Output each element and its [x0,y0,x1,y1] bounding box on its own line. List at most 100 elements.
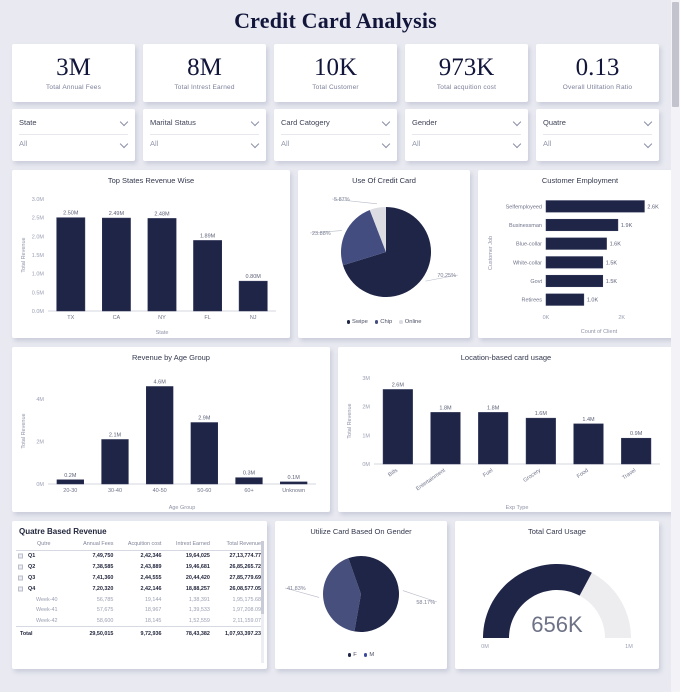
filter-value-row[interactable]: All [19,134,128,148]
svg-text:Retirees: Retirees [522,298,543,304]
filter-value: All [19,139,28,148]
filter-marital-status[interactable]: Marital Status All [143,109,266,161]
kpi-label: Total Intrest Earned [174,84,235,92]
revenue-by-age-bar-chart[interactable]: 0M 2M 4M 0.2M 20-30 2.1M 30-40 4.6M 40-50 2.9M 50-… [18,364,324,510]
svg-text:0M: 0M [362,462,370,468]
kpi-value: 10K [313,53,358,81]
table-row[interactable]: Week-41 57,675 18,967 1,39,533 1,97,208.09 [16,605,263,616]
table-cell: 27,13,774.77 [229,553,261,560]
top-states-bar-chart[interactable]: 0.0M 0.5M 1.0M 1.5M 2.0M 2.5M 3.0M 2.50M TX 2.49M… [18,187,284,335]
svg-text:0M: 0M [36,482,44,488]
svg-text:1.89M: 1.89M [200,233,216,239]
chart-location-based-usage[interactable]: Location-based card usage 0M 1M 2M 3M 2.6M Bi… [338,347,674,512]
table-row[interactable]: Week-42 58,600 18,145 1,52,559 2,11,159.07 [16,616,263,627]
chart-title: Customer Employment [541,176,619,185]
table-cell: 1,95,175.68 [232,596,261,603]
chevron-down-icon[interactable] [644,140,652,148]
kpi-value: 3M [56,53,91,81]
table-row[interactable]: Total 29,50,015 9,72,936 78,43,382 1,07,93,3… [16,626,263,640]
column-header-acquition-cost: Acquition cost [115,539,164,551]
svg-text:656K: 656K [531,612,583,637]
total-card-usage-gauge[interactable]: 656K 0M 1M [461,538,653,666]
chart-title: Top States Revenue Wise [107,176,195,185]
row-expander-icon[interactable] [18,586,23,592]
kpi-card-total-acquition-cost[interactable]: 973K Total acquition cost [405,44,528,102]
table-row[interactable]: Q3 7,41,360 2,44,555 20,44,420 27,85,779.69 [16,573,263,584]
scrollbar-thumb[interactable] [672,2,679,107]
legend-item-online[interactable]: Online [399,319,422,325]
table-cell: Q4 [16,583,72,594]
legend-item-swipe[interactable]: Swipe [346,319,368,325]
filter-value-row[interactable]: All [543,134,652,148]
legend-label: Online [404,319,422,325]
filter-name-row[interactable]: Marital Status [150,115,259,129]
row-expander-icon[interactable] [18,553,23,559]
legend-item-chip[interactable]: Chip [374,319,392,325]
kpi-card-total-annual-fees[interactable]: 3M Total Annual Fees [12,44,135,102]
filter-name-row[interactable]: Quatre [543,115,652,129]
page-scrollbar[interactable] [671,0,680,692]
table-cell: 20,44,420 [185,574,210,581]
filter-value: All [150,139,159,148]
filter-label: Quatre [543,117,566,127]
filter-label: Card Catogery [281,117,330,127]
legend-item-f[interactable]: F [347,652,357,658]
table-quatre-based-revenue[interactable]: Quatre Based Revenue Qutre Annual Fees A… [12,521,267,669]
customer-employment-bar-chart[interactable]: 2.6K Selfemployeed 1.9K Businessman 1.6K Blue… [484,187,676,335]
chart-revenue-by-age-group[interactable]: Revenue by Age Group 0M 2M 4M 0.2M 20-30 2.1M… [12,347,330,512]
chevron-down-icon[interactable] [120,118,128,126]
table-cell: 1,07,93,397.23 [211,626,263,640]
chevron-down-icon[interactable] [382,118,390,126]
chevron-down-icon[interactable] [382,140,390,148]
chart-customer-employment[interactable]: Customer Employment 2.6K Selfemployeed 1.9… [478,170,680,338]
svg-text:0.5M: 0.5M [32,290,45,296]
svg-text:0.2M: 0.2M [64,473,77,479]
table-row[interactable]: Q2 7,38,585 2,43,889 19,46,681 26,85,265.72 [16,562,263,573]
svg-text:NJ: NJ [250,315,257,321]
legend-item-m[interactable]: M [363,652,374,658]
chevron-down-icon[interactable] [251,118,259,126]
row-expander-icon[interactable] [18,564,23,570]
filter-gender[interactable]: Gender All [405,109,528,161]
chevron-down-icon[interactable] [513,140,521,148]
chevron-down-icon[interactable] [251,140,259,148]
kpi-card-overall-utilization-ratio[interactable]: 0.13 Overall Utiltation Ratio [536,44,659,102]
svg-text:1.5K: 1.5K [606,260,618,266]
svg-text:Count of Client: Count of Client [581,329,618,335]
table-cell: 1,52,559 [188,618,210,625]
dashboard-page: Credit Card Analysis 3M Total Annual Fee… [0,0,680,692]
chevron-down-icon[interactable] [513,118,521,126]
filter-value-row[interactable]: All [412,134,521,148]
chart-top-states-revenue[interactable]: Top States Revenue Wise 0.0M 0.5M 1.0M 1.5M… [12,170,290,338]
gender-pie-chart[interactable]: 41.83% 58.17% [281,538,441,650]
chart-use-of-credit-card[interactable]: Use Of Credit Card 70.25% 23.88% 5.87% Swi… [298,170,470,338]
chart-total-card-usage-gauge[interactable]: Total Card Usage 656K 0M 1M [455,521,659,669]
filter-name-row[interactable]: State [19,115,128,129]
filter-name-row[interactable]: Card Catogery [281,115,390,129]
filter-state[interactable]: State All [12,109,135,161]
table-cell: 2,44,555 [140,574,162,581]
table-row[interactable]: Week-40 56,785 19,144 1,38,391 1,95,175.68 [16,594,263,605]
kpi-card-total-intrest-earned[interactable]: 8M Total Intrest Earned [143,44,266,102]
row-expander-icon[interactable] [18,575,23,581]
revenue-table[interactable]: Qutre Annual Fees Acquition cost Intrest… [16,539,263,640]
chevron-down-icon[interactable] [120,140,128,148]
filter-name-row[interactable]: Gender [412,115,521,129]
svg-text:2.9M: 2.9M [198,416,211,422]
filter-quatre[interactable]: Quatre All [536,109,659,161]
table-cell: 19,144 [144,596,162,603]
chevron-down-icon[interactable] [644,118,652,126]
table-row[interactable]: Q4 7,20,320 2,42,146 18,88,257 26,08,577.05 [16,583,263,594]
filter-value-row[interactable]: All [281,134,390,148]
use-of-credit-card-pie[interactable]: 70.25% 23.88% 5.87% [304,187,464,317]
svg-text:Bills: Bills [387,468,399,479]
svg-text:Selfemployeed: Selfemployeed [506,204,542,210]
filter-card-catogery[interactable]: Card Catogery All [274,109,397,161]
svg-text:Blue-collar: Blue-collar [516,242,542,248]
table-row[interactable]: Q1 7,49,750 2,42,346 19,64,025 27,13,774.77 [16,551,263,562]
location-usage-bar-chart[interactable]: 0M 1M 2M 3M 2.6M Bills 1.8M Entertainment 1.8M Fu… [344,364,668,510]
table-scrollbar[interactable] [261,541,264,663]
kpi-card-total-customer[interactable]: 10K Total Customer [274,44,397,102]
filter-value-row[interactable]: All [150,134,259,148]
chart-utilize-card-by-gender[interactable]: Utilize Card Based On Gender 41.83% 58.17… [275,521,447,669]
